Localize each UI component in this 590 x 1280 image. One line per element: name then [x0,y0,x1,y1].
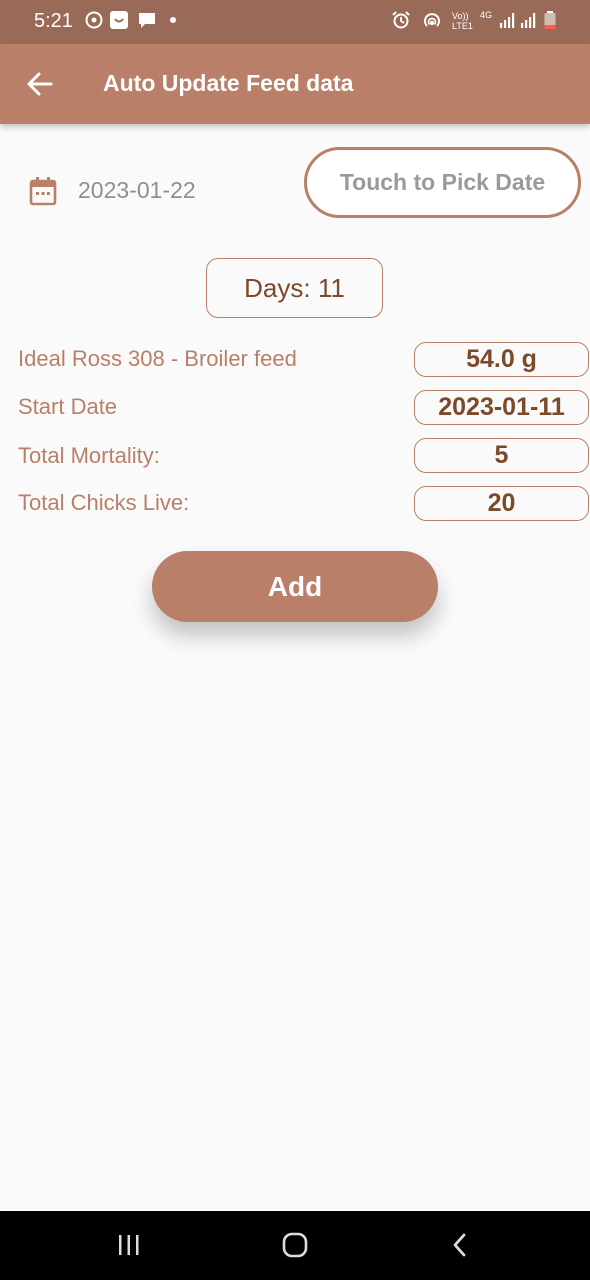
battery-icon [543,10,557,37]
network-type-label: 4G [480,10,493,20]
home-icon[interactable] [281,1231,309,1264]
calendar-icon [29,176,57,206]
navigation-bar [0,1211,590,1280]
dot-icon [168,10,178,37]
alarm-icon [391,10,411,37]
hotspot-icon [421,10,443,37]
recent-apps-icon[interactable] [116,1231,142,1264]
selected-date: 2023-01-22 [78,177,196,203]
add-button[interactable]: Add [152,551,438,622]
back-button[interactable] [20,66,60,102]
start-date-value: 2023-01-11 [414,390,589,425]
arrow-left-icon [27,72,53,96]
feed-value: 54.0 g [414,342,589,377]
chicks-live-value: 20 [414,486,589,521]
days-count: Days: 11 [206,258,383,318]
signal-icon [519,10,537,37]
mortality-value: 5 [414,438,589,473]
chicks-live-label: Total Chicks Live: [18,490,190,515]
status-time: 5:21 [34,10,73,32]
smile-icon [109,10,129,37]
pick-date-button[interactable]: Touch to Pick Date [304,147,581,218]
signal-icon [498,10,516,37]
volte-label: Vo)) LTE1 [452,11,473,31]
app-bar: Auto Update Feed data [0,44,590,124]
status-bar: 5:21 Vo)) LTE1 4G [0,0,590,44]
mortality-label: Total Mortality: [18,443,160,468]
page-title: Auto Update Feed data [103,70,354,96]
feed-label: Ideal Ross 308 - Broiler feed [18,346,297,371]
back-icon[interactable] [448,1231,472,1264]
start-date-label: Start Date [18,394,118,419]
whatsapp-icon [84,10,104,37]
message-icon [137,10,157,37]
